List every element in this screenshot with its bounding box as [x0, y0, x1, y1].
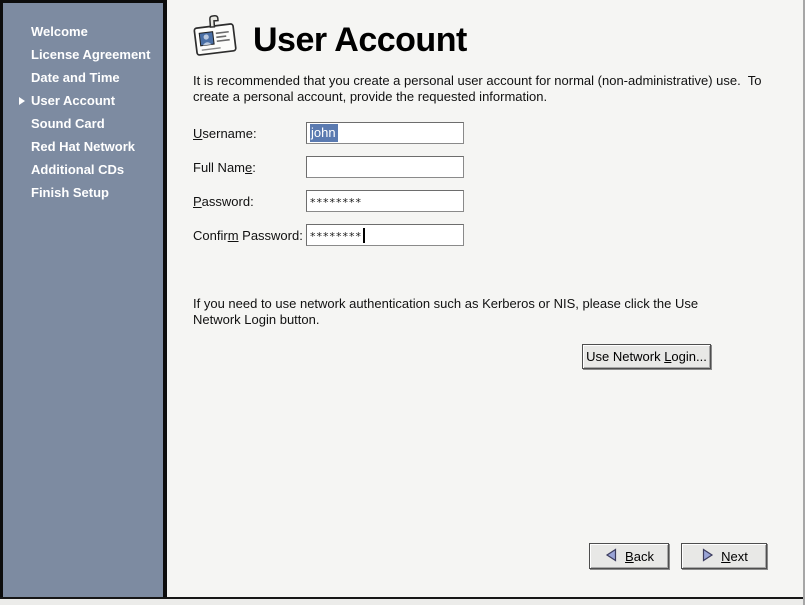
next-button-label: Next: [721, 549, 748, 564]
full-name-row: Full Name:: [193, 156, 464, 178]
sidebar-item-label: Welcome: [31, 24, 88, 39]
password-row: Password: ********: [193, 190, 464, 212]
password-masked-value: ********: [310, 194, 362, 209]
sidebar-item-sound-card: Sound Card: [3, 112, 163, 135]
username-input[interactable]: john: [306, 122, 464, 144]
use-network-login-button[interactable]: Use Network Login...: [582, 344, 711, 369]
sidebar-item-label: Date and Time: [31, 70, 120, 85]
confirm-password-row: Confirm Password: ********: [193, 224, 464, 246]
intro-text: It is recommended that you create a pers…: [193, 73, 768, 105]
sidebar-item-date-and-time: Date and Time: [3, 66, 163, 89]
active-step-arrow-icon: [19, 97, 25, 105]
back-button[interactable]: Back: [589, 543, 669, 569]
back-arrow-icon: [604, 547, 619, 566]
use-network-login-label: Use Network Login...: [586, 349, 707, 364]
sidebar-item-license-agreement: License Agreement: [3, 43, 163, 66]
password-label: Password:: [193, 194, 306, 209]
firstboot-window: Welcome License Agreement Date and Time …: [0, 0, 805, 605]
sidebar-item-finish-setup: Finish Setup: [3, 181, 163, 204]
sidebar-item-label: Sound Card: [31, 116, 105, 131]
sidebar-item-additional-cds: Additional CDs: [3, 158, 163, 181]
sidebar-item-label: Additional CDs: [31, 162, 124, 177]
username-label: Username:: [193, 126, 306, 141]
page-title: User Account: [253, 16, 467, 64]
sidebar-item-label: Finish Setup: [31, 185, 109, 200]
username-row: Username: john: [193, 122, 464, 144]
sidebar-item-label: Red Hat Network: [31, 139, 135, 154]
back-button-label: Back: [625, 549, 654, 564]
text-cursor: [363, 228, 365, 243]
confirm-password-masked-value: ********: [310, 228, 362, 243]
confirm-password-label: Confirm Password:: [193, 228, 306, 243]
sidebar-item-label: User Account: [31, 93, 115, 108]
full-name-input[interactable]: [306, 156, 464, 178]
main-panel: User Account It is recommended that you …: [167, 0, 803, 597]
password-input[interactable]: ********: [306, 190, 464, 212]
sidebar-item-red-hat-network: Red Hat Network: [3, 135, 163, 158]
confirm-password-input[interactable]: ********: [306, 224, 464, 246]
sidebar-item-user-account: User Account: [3, 89, 163, 112]
network-auth-text: If you need to use network authenticatio…: [193, 296, 703, 328]
setup-steps-sidebar: Welcome License Agreement Date and Time …: [3, 3, 163, 597]
sidebar-item-label: License Agreement: [31, 47, 150, 62]
next-arrow-icon: [700, 547, 715, 566]
username-selected-text: john: [310, 124, 338, 142]
id-badge-icon: [190, 13, 240, 66]
sidebar-frame: Welcome License Agreement Date and Time …: [0, 0, 167, 597]
sidebar-item-welcome: Welcome: [3, 20, 163, 43]
full-name-label: Full Name:: [193, 160, 306, 175]
page-header: User Account: [190, 13, 467, 66]
window-content: Welcome License Agreement Date and Time …: [0, 0, 803, 599]
next-button[interactable]: Next: [681, 543, 767, 569]
